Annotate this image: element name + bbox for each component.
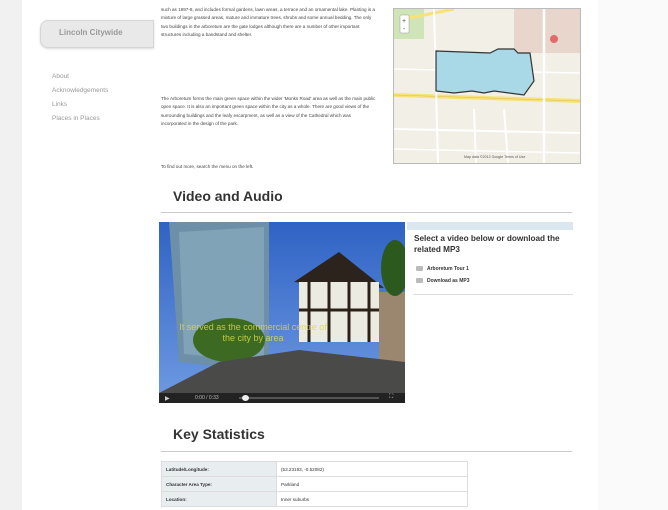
stat-key: Character Area Type: xyxy=(161,476,277,492)
sidebar: Lincoln Citywide About Acknowledgements … xyxy=(30,0,154,510)
video-time: 0:00 / 0:33 xyxy=(195,395,219,401)
video-controls[interactable]: ▶ 0:00 / 0:33 ⛶ xyxy=(159,393,405,403)
location-map[interactable]: + - Map data ©2012 Google Terms of Use xyxy=(393,8,581,164)
video-item-label: Arboretum Tour 1 xyxy=(427,266,469,272)
download-label: Download as MP3 xyxy=(427,278,470,284)
map-attribution: Map data ©2012 Google Terms of Use xyxy=(464,155,526,159)
stat-value: (53.23193, -0.52082) xyxy=(276,461,468,477)
video-seek-bar[interactable] xyxy=(239,397,379,399)
map-graphic: + - xyxy=(394,9,580,163)
download-mp3-link[interactable]: Download as MP3 xyxy=(416,278,470,284)
stat-key: Latitude/Longitude: xyxy=(161,461,277,477)
page-gutter xyxy=(598,0,668,510)
stat-key: Location: xyxy=(161,491,277,507)
video-icon xyxy=(416,266,423,272)
video-player[interactable]: It served as the commercial centre of th… xyxy=(159,222,405,403)
download-icon xyxy=(416,278,423,284)
divider xyxy=(161,451,572,452)
stats-table: Latitude/Longitude: (53.23193, -0.52082) … xyxy=(161,461,468,507)
fullscreen-icon[interactable]: ⛶ xyxy=(389,394,393,401)
sidebar-item-about[interactable]: About xyxy=(52,70,108,84)
video-frame xyxy=(159,222,405,393)
panel-divider xyxy=(413,294,573,295)
stat-value: Parkland xyxy=(276,476,468,492)
panel-header-bar xyxy=(407,222,573,230)
stats-title: Key Statistics xyxy=(173,426,265,442)
divider xyxy=(161,212,572,213)
table-row: Character Area Type: Parkland xyxy=(161,476,468,492)
video-subtitle: It served as the commercial centre of th… xyxy=(179,322,327,343)
sidebar-nav: About Acknowledgements Links Places in P… xyxy=(52,70,108,126)
panel-title: Select a video below or download the rel… xyxy=(414,234,560,254)
sidebar-item-places[interactable]: Places in Places xyxy=(52,112,108,126)
video-item-arboretum-tour[interactable]: Arboretum Tour 1 xyxy=(416,266,469,272)
table-row: Latitude/Longitude: (53.23193, -0.52082) xyxy=(161,461,468,477)
brand-tab[interactable]: Lincoln Citywide xyxy=(40,20,154,48)
table-row: Location: Inner suburbs xyxy=(161,491,468,507)
intro-paragraph-1: such as 1997-8, and includes formal gard… xyxy=(161,7,375,37)
video-section-title: Video and Audio xyxy=(173,188,283,204)
sidebar-item-acknowledgements[interactable]: Acknowledgements xyxy=(52,84,108,98)
intro-paragraph-2: The Arboretum forms the main green space… xyxy=(161,96,376,126)
play-icon[interactable]: ▶ xyxy=(165,395,170,402)
brand-label: Lincoln Citywide xyxy=(59,28,123,37)
intro-paragraph-3: To find out more, search the menu on the… xyxy=(161,164,254,169)
seek-handle[interactable] xyxy=(242,395,249,401)
video-select-panel: Select a video below or download the rel… xyxy=(407,222,573,302)
sidebar-item-links[interactable]: Links xyxy=(52,98,108,112)
stat-value: Inner suburbs xyxy=(276,491,468,507)
svg-text:+: + xyxy=(402,18,406,25)
